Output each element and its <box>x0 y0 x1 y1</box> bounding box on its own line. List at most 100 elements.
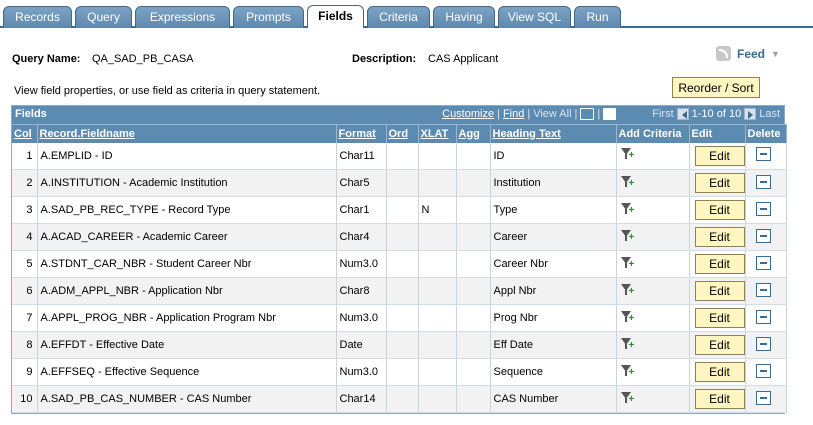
edit-cell: Edit <box>689 169 746 197</box>
add-criteria-filter-icon[interactable]: + <box>620 256 636 270</box>
edit-button[interactable]: Edit <box>694 362 744 382</box>
delete-row-icon[interactable] <box>755 363 771 378</box>
grid-navigation: Customize | Find | View All | | First 1-… <box>442 108 780 120</box>
edit-button[interactable]: Edit <box>694 227 744 247</box>
tab-records[interactable]: Records <box>3 6 72 28</box>
column-header-xlat[interactable]: XLAT <box>418 124 457 143</box>
column-header-add-criteria: Add Criteria <box>616 124 690 143</box>
add-criteria-cell: + <box>616 385 690 413</box>
edit-button[interactable]: Edit <box>694 335 744 355</box>
description-label: Description: <box>352 53 417 65</box>
tab-prompts[interactable]: Prompts <box>233 6 304 28</box>
tab-fields[interactable]: Fields <box>307 5 364 29</box>
chevron-down-icon: ▼ <box>771 48 780 59</box>
field-ord <box>386 223 419 251</box>
edit-button[interactable]: Edit <box>694 308 744 328</box>
add-criteria-filter-icon[interactable]: + <box>620 283 636 297</box>
record-fieldname: A.ACAD_CAREER - Academic Career <box>37 223 337 251</box>
delete-row-icon[interactable] <box>755 255 771 270</box>
column-header-format[interactable]: Format <box>336 124 387 143</box>
delete-row-icon[interactable] <box>755 336 771 351</box>
view-all-link[interactable]: View All <box>533 108 571 120</box>
edit-button[interactable]: Edit <box>694 254 744 274</box>
add-criteria-filter-icon[interactable]: + <box>620 310 636 324</box>
delete-row-icon[interactable] <box>755 174 771 189</box>
column-header-heading[interactable]: Heading Text <box>490 124 617 143</box>
delete-cell <box>745 250 787 278</box>
query-name-value: QA_SAD_PB_CASA <box>92 53 194 65</box>
first-label[interactable]: First <box>652 108 673 120</box>
tab-criteria[interactable]: Criteria <box>367 6 430 28</box>
record-fieldname: A.EMPLID - ID <box>37 142 337 170</box>
grid-title: Fields <box>15 108 47 120</box>
add-criteria-filter-icon[interactable]: + <box>620 175 636 189</box>
field-ord <box>386 358 419 386</box>
table-row: 6 A.ADM_APPL_NBR - Application Nbr Char8 Ap… <box>12 277 787 305</box>
download-grid-icon[interactable] <box>603 108 617 120</box>
column-header-col[interactable]: Col <box>12 124 38 143</box>
add-criteria-filter-icon[interactable]: + <box>620 229 636 243</box>
delete-row-icon[interactable] <box>755 390 771 405</box>
delete-row-icon[interactable] <box>755 282 771 297</box>
edit-button[interactable]: Edit <box>694 145 744 166</box>
edit-button[interactable]: Edit <box>694 389 744 409</box>
table-row: 9 A.EFFSEQ - Effective Sequence Num3.0 Sequ… <box>12 358 787 386</box>
delete-cell <box>745 223 787 251</box>
add-criteria-filter-icon[interactable]: + <box>620 364 636 378</box>
field-format: Char14 <box>336 385 387 413</box>
delete-row-icon[interactable] <box>755 147 771 162</box>
add-criteria-filter-icon[interactable]: + <box>620 202 636 216</box>
record-fieldname: A.STDNT_CAR_NBR - Student Career Nbr <box>37 250 337 278</box>
record-fieldname: A.SAD_PB_REC_TYPE - Record Type <box>37 196 337 224</box>
delete-cell <box>745 142 787 170</box>
next-page-icon[interactable] <box>744 108 757 120</box>
heading-text: Type <box>490 196 617 224</box>
reorder-sort-button[interactable]: Reorder / Sort <box>672 77 760 98</box>
feed-link[interactable]: Feed ▼ <box>716 46 780 61</box>
field-agg <box>456 277 491 305</box>
plus-icon: + <box>628 231 635 243</box>
tab-view-sql[interactable]: View SQL <box>498 6 571 28</box>
heading-text: ID <box>490 142 617 170</box>
tab-run[interactable]: Run <box>574 6 621 28</box>
plus-icon: + <box>628 285 635 297</box>
tab-having[interactable]: Having <box>433 6 495 28</box>
add-criteria-filter-icon[interactable]: + <box>620 391 636 405</box>
record-fieldname: A.SAD_PB_CAS_NUMBER - CAS Number <box>37 385 337 413</box>
field-agg <box>456 304 491 332</box>
column-header-ord[interactable]: Ord <box>386 124 419 143</box>
field-agg <box>456 196 491 224</box>
add-criteria-filter-icon[interactable]: + <box>620 337 636 351</box>
delete-row-icon[interactable] <box>755 309 771 324</box>
edit-button[interactable]: Edit <box>694 173 744 193</box>
new-window-icon[interactable] <box>580 108 595 120</box>
plus-icon: + <box>628 339 635 351</box>
field-ord <box>386 277 419 305</box>
field-agg <box>456 358 491 386</box>
col-number: 7 <box>12 304 38 332</box>
fields-table: Col Record.Fieldname Format Ord XLAT Agg… <box>12 124 787 413</box>
tab-query[interactable]: Query <box>75 6 132 28</box>
edit-cell: Edit <box>689 277 746 305</box>
field-xlat <box>418 142 457 170</box>
find-link[interactable]: Find <box>503 108 524 120</box>
previous-page-icon[interactable] <box>676 108 689 120</box>
field-xlat <box>418 250 457 278</box>
add-criteria-filter-icon[interactable]: + <box>620 147 636 161</box>
field-ord <box>386 250 419 278</box>
delete-cell <box>745 304 787 332</box>
field-agg <box>456 385 491 413</box>
field-xlat <box>418 223 457 251</box>
edit-button[interactable]: Edit <box>694 281 744 301</box>
edit-button[interactable]: Edit <box>694 200 744 220</box>
delete-row-icon[interactable] <box>755 228 771 243</box>
fields-grid: Fields Customize | Find | View All | | F… <box>11 105 787 414</box>
column-header-fieldname[interactable]: Record.Fieldname <box>37 124 337 143</box>
column-header-agg[interactable]: Agg <box>456 124 491 143</box>
last-label[interactable]: Last <box>759 108 780 120</box>
tab-expressions[interactable]: Expressions <box>135 6 230 28</box>
customize-link[interactable]: Customize <box>442 108 494 120</box>
delete-row-icon[interactable] <box>755 201 771 216</box>
field-format: Date <box>336 331 387 359</box>
field-format: Char11 <box>336 142 387 170</box>
